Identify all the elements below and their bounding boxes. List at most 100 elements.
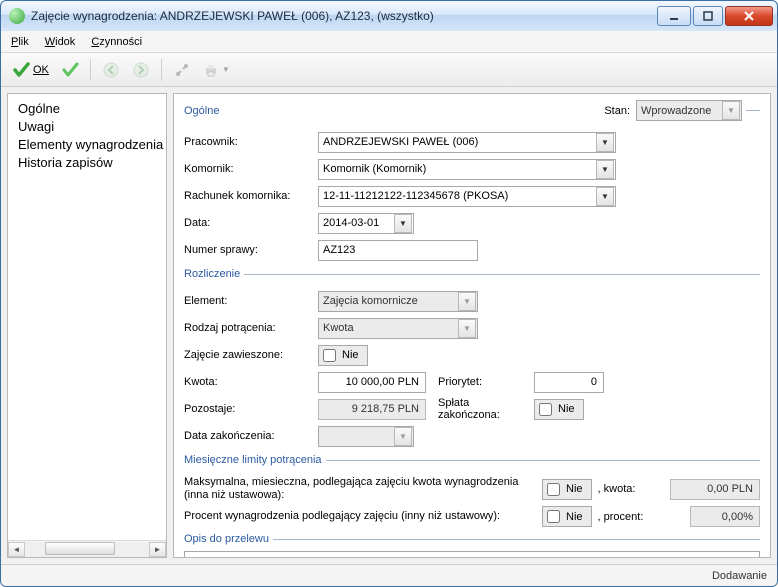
datazak-label: Data zakończenia: [184,430,312,442]
numer-label: Numer sprawy: [184,244,312,256]
app-icon [9,8,25,24]
close-icon [743,11,755,21]
checkbox-icon[interactable] [547,510,560,523]
data-datepicker[interactable]: 2014-03-01 ▼ [318,213,414,234]
priorytet-value: 0 [591,376,597,388]
opis-input[interactable] [184,551,760,558]
proc-check[interactable]: Nie [542,506,592,527]
maximize-button[interactable] [693,6,723,26]
nav-item-elementy[interactable]: Elementy wynagrodzenia [18,136,156,154]
numer-input[interactable]: AZ123 [318,240,478,261]
toolbar-separator-2 [161,59,162,81]
nav-back-button[interactable] [97,57,125,83]
form-pane: Ogólne Stan: Wprowadzone ▼ Pracownik: AN… [173,93,771,558]
maximize-icon [703,11,713,21]
toolbar-separator [90,59,91,81]
proc-value: 0,00% [722,511,753,523]
fieldset-ogolne: Ogólne Stan: Wprowadzone ▼ Pracownik: AN… [184,100,760,262]
data-label: Data: [184,217,312,229]
rachunek-combo[interactable]: 12-11-11212122-112345678 (PKOSA) ▼ [318,186,616,207]
chevron-down-icon: ▼ [458,319,476,338]
scroll-thumb[interactable] [45,542,115,555]
zawieszone-check[interactable]: Nie [318,345,368,366]
pracownik-value: ANDRZEJEWSKI PAWEŁ (006) [319,136,596,148]
element-value: Zajęcia komornicze [319,295,458,307]
komornik-value: Komornik (Komornik) [319,163,596,175]
nav-forward-button[interactable] [127,57,155,83]
datazak-datepicker[interactable]: ▼ [318,426,414,447]
chevron-down-icon: ▼ [394,214,412,233]
scroll-track[interactable] [25,542,149,557]
rachunek-label: Rachunek komornika: [184,190,312,202]
priorytet-input[interactable]: 0 [534,372,604,393]
section-rozliczenie-title: Rozliczenie [184,268,244,280]
stan-value: Wprowadzone [637,105,722,117]
kwota-input[interactable]: 10 000,00 PLN [318,372,426,393]
check-green-small-icon [61,61,79,79]
fieldset-rozliczenie: Rozliczenie Element: Zajęcia komornicze … [184,268,760,448]
tools-button[interactable] [168,57,196,83]
menu-czynnosci[interactable]: Czynności [91,36,142,48]
arrow-left-icon [103,62,119,78]
check-green-icon [12,61,30,79]
toolbar: OK ▼ [1,53,777,87]
apply-button[interactable] [56,57,84,83]
element-combo[interactable]: Zajęcia komornicze ▼ [318,291,478,312]
chevron-down-icon: ▼ [596,133,614,152]
menu-plik[interactable]: Plik [11,36,29,48]
zawieszone-value: Nie [342,349,359,361]
chevron-down-icon: ▼ [596,187,614,206]
scroll-left-icon[interactable]: ◄ [8,542,25,557]
splata-label: Spłata zakończona: [432,397,528,421]
chevron-down-icon: ▼ [596,160,614,179]
rodzaj-combo: Kwota ▼ [318,318,478,339]
checkbox-icon[interactable] [547,483,560,496]
nav-tree: Ogólne Uwagi Elementy wynagrodzenia Hist… [8,94,166,540]
ok-button[interactable]: OK [7,57,54,83]
pracownik-combo[interactable]: ANDRZEJEWSKI PAWEŁ (006) ▼ [318,132,616,153]
nav-item-uwagi[interactable]: Uwagi [18,118,156,136]
menubar: Plik Widok Czynności [1,31,777,53]
menu-widok[interactable]: Widok [45,36,76,48]
printer-icon [203,62,219,78]
rodzaj-value: Kwota [319,322,458,334]
pozostaje-readonly: 9 218,75 PLN [318,399,426,420]
left-hscrollbar[interactable]: ◄ ► [8,540,166,557]
priorytet-label: Priorytet: [432,376,528,388]
nav-item-historia[interactable]: Historia zapisów [18,154,156,172]
chevron-down-icon: ▼ [394,427,412,446]
rachunek-value: 12-11-11212122-112345678 (PKOSA) [319,190,596,202]
section-miesieczne-title: Miesięczne limity potrącenia [184,454,326,466]
maks-check[interactable]: Nie [542,479,592,500]
kwota-label: Kwota: [184,376,312,388]
numer-value: AZ123 [323,244,355,256]
nav-item-ogolne[interactable]: Ogólne [18,100,156,118]
body: Ogólne Uwagi Elementy wynagrodzenia Hist… [1,87,777,564]
checkbox-icon[interactable] [539,403,552,416]
ok-label: OK [33,64,49,76]
proc-chk-value: Nie [566,511,583,523]
window-buttons [655,6,773,26]
fieldset-miesieczne: Miesięczne limity potrącenia Maksymalna,… [184,454,760,527]
splata-check[interactable]: Nie [534,399,584,420]
minimize-icon [669,11,679,21]
print-button[interactable]: ▼ [198,57,235,83]
window-root: Zajęcie wynagrodzenia: ANDRZEJEWSKI PAWE… [0,0,778,587]
statusbar: Dodawanie [1,564,777,586]
chevron-down-icon: ▼ [222,65,230,74]
stan-label: Stan: [604,105,630,117]
data-value: 2014-03-01 [319,217,394,229]
tools-icon [174,62,190,78]
close-button[interactable] [725,6,773,26]
checkbox-icon[interactable] [323,349,336,362]
stan-combo[interactable]: Wprowadzone ▼ [636,100,742,121]
minimize-button[interactable] [657,6,691,26]
pracownik-label: Pracownik: [184,136,312,148]
titlebar: Zajęcie wynagrodzenia: ANDRZEJEWSKI PAWE… [1,1,777,31]
komornik-combo[interactable]: Komornik (Komornik) ▼ [318,159,616,180]
zawieszone-label: Zajęcie zawieszone: [184,349,312,361]
proc-label: Procent wynagrodzenia podlegający zajęci… [184,510,536,523]
scroll-right-icon[interactable]: ► [149,542,166,557]
section-ogolne-title: Ogólne [184,105,219,117]
window-title: Zajęcie wynagrodzenia: ANDRZEJEWSKI PAWE… [31,9,655,23]
